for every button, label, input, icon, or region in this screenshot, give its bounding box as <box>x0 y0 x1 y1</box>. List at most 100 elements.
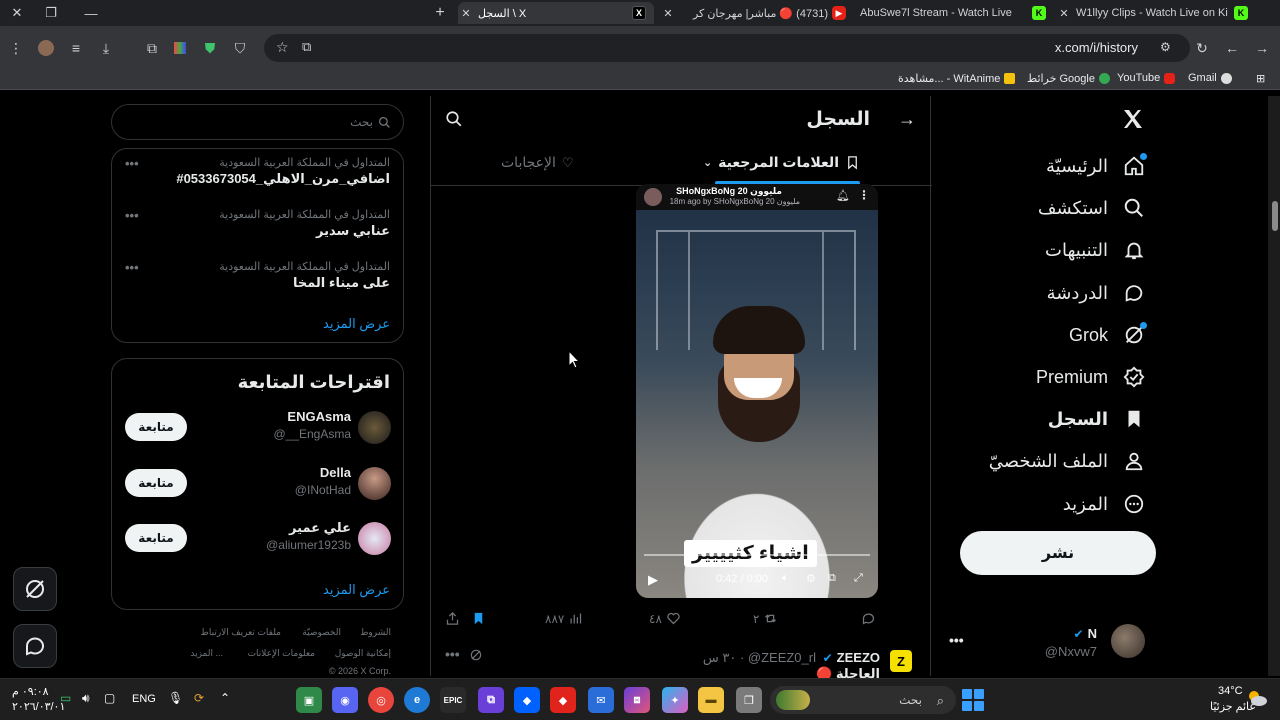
app-icon-file-explorer[interactable]: ▬ <box>698 687 724 713</box>
fullscreen-icon[interactable]: ⤢ <box>854 572 863 585</box>
more-dots-icon[interactable]: ••• <box>125 208 139 223</box>
more-dots-icon[interactable]: ••• <box>445 646 460 662</box>
site-settings-icon[interactable]: ⚙ <box>1160 40 1176 56</box>
footer-ads-info-link[interactable]: معلومات الإعلانات <box>248 648 315 659</box>
back-arrow-icon[interactable]: → <box>898 109 916 130</box>
footer-accessibility-link[interactable]: إمكانية الوصول <box>335 648 391 659</box>
apps-icon[interactable]: ⊞ <box>1256 72 1265 85</box>
follow-button[interactable]: متابعة <box>125 469 187 497</box>
bell-icon[interactable]: 🔔︎ <box>836 189 850 202</box>
video-embed[interactable]: ⋮ 🔔︎ SHoNgxBoNg 20 مليوون 18m ago by SHo… <box>636 184 878 598</box>
sync-icon[interactable]: ⟳ <box>194 691 204 705</box>
bookmark-youtube[interactable]: YouTube <box>1117 72 1176 84</box>
share-icon[interactable]: ⧉ <box>302 39 311 55</box>
follow-suggestion[interactable]: متابعة Della @INotHad <box>125 463 391 503</box>
follow-button[interactable]: متابعة <box>125 413 187 441</box>
tab-kick-abuswe7l[interactable]: AbuSwe7l Stream - Watch Live K <box>856 2 1046 24</box>
battery-icon[interactable]: ▭ <box>60 691 71 705</box>
next-tweet[interactable]: ••• ٣٠ س · @ZEEZ0_rl ✔ ZEEZO Z 🔴 العاجلة <box>431 644 932 681</box>
app-icon-teams[interactable]: ⧈ <box>624 687 650 713</box>
play-icon[interactable]: ▶ <box>648 572 658 588</box>
app-icon-anydesk[interactable]: ◆ <box>550 687 576 713</box>
tab-bookmarks[interactable]: ⌄ العلامات المرجعية <box>703 154 860 171</box>
footer-more-link[interactable]: المزيد ... <box>190 648 223 659</box>
messages-floating-button[interactable] <box>13 624 57 668</box>
bookmark-maps[interactable]: خرائط Google <box>1027 72 1110 85</box>
show-more-link[interactable]: عرض المزيد <box>323 316 390 332</box>
close-icon[interactable]: ✕ <box>660 7 676 20</box>
new-tab-button[interactable]: + <box>428 2 452 24</box>
settings-icon[interactable]: ⚙ <box>806 572 816 585</box>
clock-date[interactable]: ٢٠٢٦/٠٣/٠١ <box>12 700 65 713</box>
media-control-icon[interactable]: ≡ <box>66 38 86 58</box>
app-icon-chrome[interactable]: ◎ <box>368 687 394 713</box>
app-icon-epic-games[interactable]: EPIC <box>440 687 466 713</box>
like-count[interactable]: ٤٨ <box>649 611 681 626</box>
follow-suggestion[interactable]: متابعة علي عمير @aliumer1923b <box>125 518 391 558</box>
nav-item-search[interactable]: استكشف <box>1038 190 1146 226</box>
x-logo-icon[interactable] <box>1121 107 1145 131</box>
app-icon-task-view[interactable]: ❐ <box>736 687 762 713</box>
pip-icon[interactable]: ⧉ <box>828 572 836 585</box>
taskbar-search[interactable]: بحث ⌕ <box>770 686 956 714</box>
nav-item-bell[interactable]: التنبيهات <box>1045 232 1146 268</box>
minimize-window-icon[interactable]: — <box>74 0 108 26</box>
start-button[interactable] <box>962 689 984 711</box>
app-icon-visual-studio[interactable]: ⧉ <box>478 687 504 713</box>
restore-window-icon[interactable]: ❐ <box>34 0 68 26</box>
download-icon[interactable]: ⤓ <box>96 38 116 58</box>
nav-item-grok[interactable]: Grok <box>1069 317 1147 353</box>
nav-item-chat[interactable]: الدردشة <box>1047 275 1146 311</box>
tab-x-history[interactable]: ✕ السجل \ X X <box>458 2 654 24</box>
grok-floating-button[interactable] <box>13 567 57 611</box>
repost-count[interactable]: ٢ <box>753 611 778 626</box>
account-switcher[interactable]: ••• ✔ N @Nxvw7 <box>945 620 1155 666</box>
trend-item[interactable]: ••• المتداول في المملكة العربية السعودية… <box>125 156 390 190</box>
volume-icon[interactable]: 🔊︎ <box>82 691 90 706</box>
app-icon-dropbox[interactable]: ◆ <box>514 687 540 713</box>
footer-cookies-link[interactable]: ملفات تعريف الارتباط <box>201 627 281 638</box>
footer-terms-link[interactable]: الشروط <box>360 627 391 638</box>
forward-icon[interactable]: → <box>1252 38 1272 58</box>
trend-item[interactable]: ••• المتداول في المملكة العربية السعودية… <box>125 260 390 294</box>
grok-icon[interactable] <box>469 648 483 662</box>
search-icon[interactable] <box>445 110 463 128</box>
views-count[interactable]: ٨٨٧ <box>545 611 583 626</box>
app-icon-discord[interactable]: ◉ <box>332 687 358 713</box>
show-more-link[interactable]: عرض المزيد <box>323 582 390 598</box>
chevron-up-icon[interactable]: ⌃ <box>220 691 230 705</box>
footer-privacy-link[interactable]: الخصوصيّة <box>302 627 341 638</box>
video-progress-bar[interactable] <box>644 554 870 556</box>
clock-time[interactable]: ٠٩:٠٨ م <box>12 685 49 698</box>
extension-icon[interactable] <box>170 38 190 58</box>
close-icon[interactable]: ✕ <box>458 7 474 20</box>
follow-suggestion[interactable]: متابعة ENGAsma @__EngAsma <box>125 407 391 447</box>
tab-kick-w1llyy[interactable]: ✕ W1llyy Clips - Watch Live on Ki K <box>1056 2 1248 24</box>
page-scrollbar[interactable] <box>1268 96 1280 676</box>
more-dots-icon[interactable]: ••• <box>949 632 964 648</box>
follow-button[interactable]: متابعة <box>125 524 187 552</box>
menu-dots-icon[interactable]: ⋮ <box>6 38 26 58</box>
bookmark-witanime[interactable]: مشاهدة... - WitAnime <box>898 72 1016 85</box>
nav-item-profile[interactable]: الملف الشخصيّ <box>989 443 1146 479</box>
shield-extension-icon[interactable]: ⛊ <box>200 38 220 58</box>
shield-icon[interactable]: ⛉ <box>230 38 250 58</box>
extensions-icon[interactable]: ⧉ <box>142 38 162 58</box>
tab-youtube[interactable]: ✕ (4731) 🔴 مباشر| مهرجان كر ▶ <box>660 2 846 24</box>
video-frame[interactable]: اشياء كثيييير <box>636 210 878 598</box>
more-dots-icon[interactable]: ••• <box>125 260 139 275</box>
nav-item-home[interactable]: الرئيسيّة <box>1046 148 1147 184</box>
more-dots-icon[interactable]: ••• <box>125 156 139 171</box>
app-icon-outlook[interactable]: ✉ <box>588 687 614 713</box>
close-window-icon[interactable]: ✕ <box>0 0 34 26</box>
reply-icon[interactable] <box>861 611 876 626</box>
profile-avatar[interactable] <box>36 38 56 58</box>
search-input[interactable]: بحث <box>111 104 404 140</box>
app-icon-edge[interactable]: e <box>404 687 430 713</box>
microphone-icon[interactable]: 🎙︎ <box>168 691 183 705</box>
reload-icon[interactable]: ↻ <box>1192 38 1212 58</box>
trend-item[interactable]: ••• المتداول في المملكة العربية السعودية… <box>125 208 390 242</box>
tab-likes[interactable]: الإعجابات ♡ <box>501 154 574 171</box>
language-indicator[interactable]: ENG <box>132 693 156 705</box>
bookmark-gmail[interactable]: Gmail <box>1188 72 1232 84</box>
